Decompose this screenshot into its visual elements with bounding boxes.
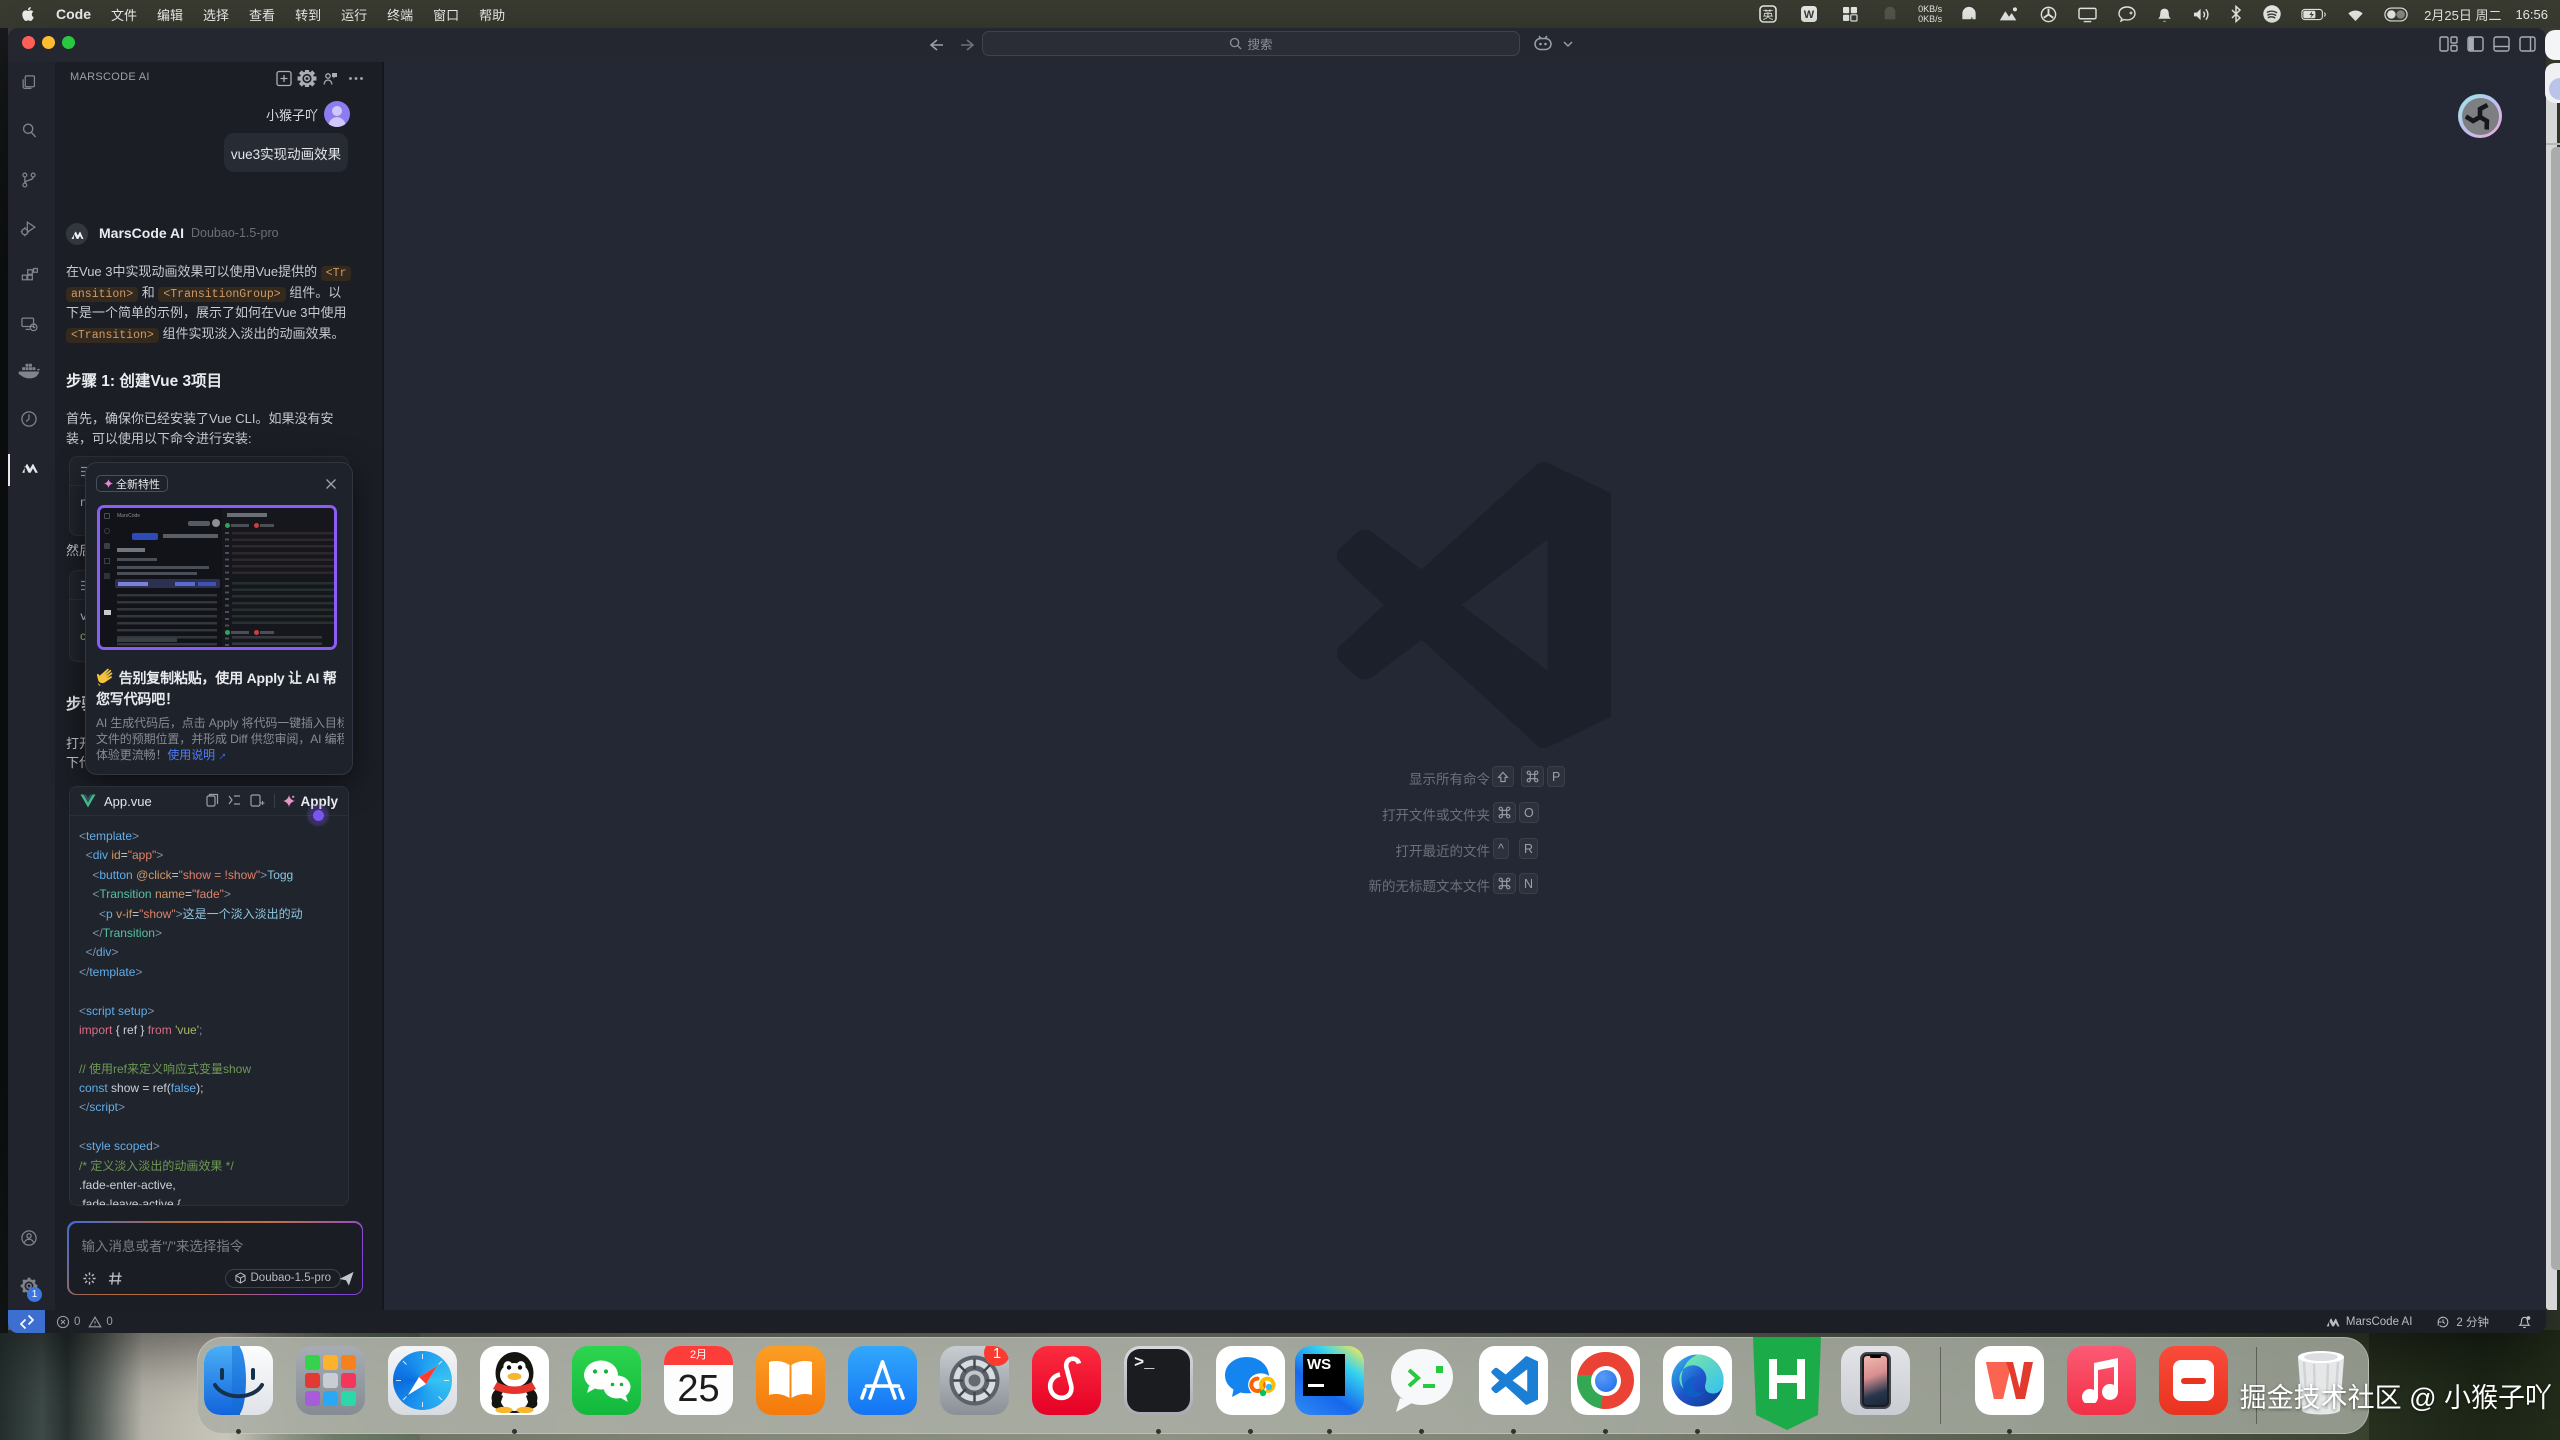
- svg-text:W: W: [1804, 9, 1815, 21]
- svg-text:英: 英: [1763, 8, 1774, 22]
